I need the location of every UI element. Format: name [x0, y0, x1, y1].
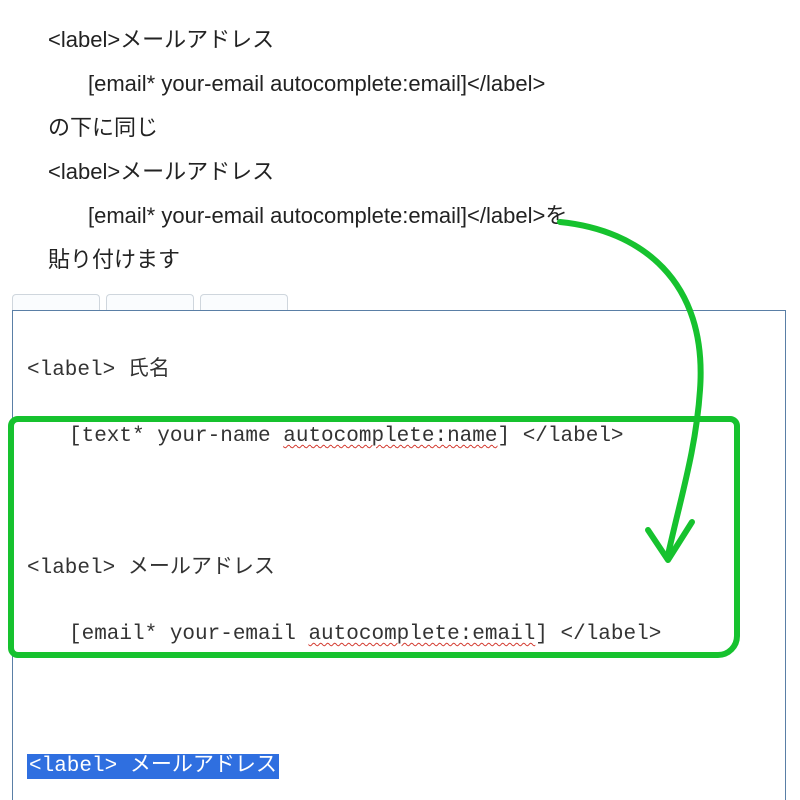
instruction-line-4: <label>メールアドレス: [48, 150, 748, 194]
form-template-code: <label> 氏名 [text* your-name autocomplete…: [13, 311, 785, 800]
selected-text: <label> メールアドレス: [27, 754, 279, 779]
instruction-line-5: [email* your-email autocomplete:email]</…: [48, 194, 748, 238]
instruction-line-6: 貼り付けます: [48, 238, 748, 282]
instruction-line-2: [email* your-email autocomplete:email]</…: [48, 62, 748, 106]
form-template-editor[interactable]: <label> 氏名 [text* your-name autocomplete…: [12, 310, 786, 800]
instruction-text: <label>メールアドレス [email* your-email autoco…: [48, 18, 748, 282]
instruction-line-3: の下に同じ: [48, 106, 748, 150]
instruction-line-1: <label>メールアドレス: [48, 18, 748, 62]
